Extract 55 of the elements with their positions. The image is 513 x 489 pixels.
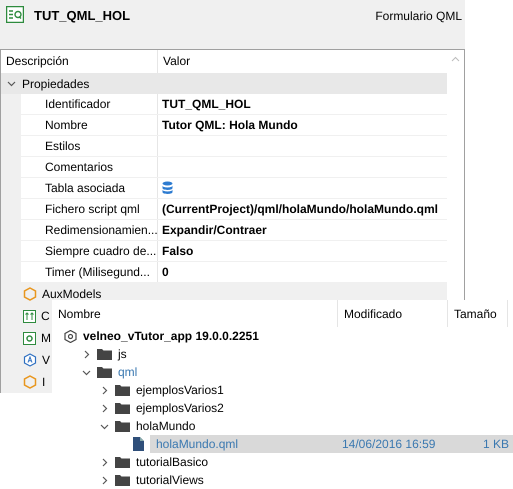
property-name: Estilos — [21, 136, 158, 156]
project-name[interactable]: velneo_vTutor_app 19.0.0.2251 — [83, 329, 259, 343]
folder-name[interactable]: qml — [118, 365, 138, 379]
property-value: Falso — [161, 243, 194, 260]
expand-caret-icon[interactable] — [82, 350, 91, 358]
file-size: 1 KB — [482, 437, 510, 451]
collapse-caret-icon[interactable] — [100, 422, 109, 430]
app-icon — [64, 330, 77, 342]
property-name: Fichero script qml — [21, 199, 158, 219]
object-label[interactable]: M — [41, 331, 51, 345]
collapse-caret-icon[interactable] — [7, 79, 16, 88]
folder-icon — [97, 366, 112, 378]
folder-name[interactable]: tutorialBasico — [136, 455, 208, 469]
folder-icon — [97, 348, 112, 360]
folder-icon — [115, 474, 130, 486]
object-label[interactable]: I — [42, 375, 46, 389]
property-name: Nombre — [21, 115, 158, 135]
form-title: TUT_QML_HOL — [34, 8, 132, 23]
hexagon-icon — [23, 375, 37, 389]
property-name: Tabla asociada — [21, 178, 158, 198]
property-value: TUT_QML_HOL — [161, 96, 252, 113]
folder-icon — [115, 456, 130, 468]
folder-name[interactable]: ejemplosVarios1 — [136, 383, 224, 397]
document-icon — [133, 437, 144, 451]
form-type: Formulario QML — [375, 9, 463, 23]
property-name: Timer (Milisegund... — [21, 262, 158, 282]
property-name: Redimensionamien... — [21, 220, 158, 240]
folder-icon — [115, 402, 130, 414]
modified-date: 14/06/2016 16:59 — [341, 437, 436, 451]
hexagon-icon — [23, 287, 37, 301]
property-value: Expandir/Contraer — [161, 222, 268, 239]
folder-name[interactable]: ejemplosVarios2 — [136, 401, 224, 415]
folder-name[interactable]: tutorialViews — [136, 473, 204, 487]
collapse-caret-icon[interactable] — [82, 368, 91, 376]
object-label[interactable]: V — [42, 353, 50, 367]
property-value: (CurrentProject)/qml/holaMundo/holaMundo.qml — [161, 201, 439, 218]
object-label[interactable]: AuxModels — [42, 287, 102, 301]
column-header[interactable]: Nombre — [52, 300, 338, 327]
object-label[interactable]: C — [41, 309, 50, 323]
property-name: Comentarios — [21, 157, 158, 177]
badge-icon — [23, 353, 37, 367]
property-name: Identificador — [21, 94, 158, 114]
folder-name[interactable]: holaMundo — [136, 419, 196, 433]
column-header[interactable]: Valor — [158, 50, 447, 73]
form-icon — [6, 6, 24, 23]
column-header[interactable]: Modificado — [338, 300, 448, 327]
database-icon — [162, 181, 173, 194]
folder-icon — [115, 384, 130, 396]
property-name: Siempre cuadro de... — [21, 241, 158, 261]
folder-name[interactable]: js — [118, 347, 127, 361]
property-value: 0 — [161, 264, 170, 281]
property-value: Tutor QML: Hola Mundo — [161, 117, 299, 134]
column-header[interactable]: Tamaño — [448, 300, 508, 327]
group-label: Propiedades — [22, 76, 90, 90]
folder-icon — [115, 420, 130, 432]
